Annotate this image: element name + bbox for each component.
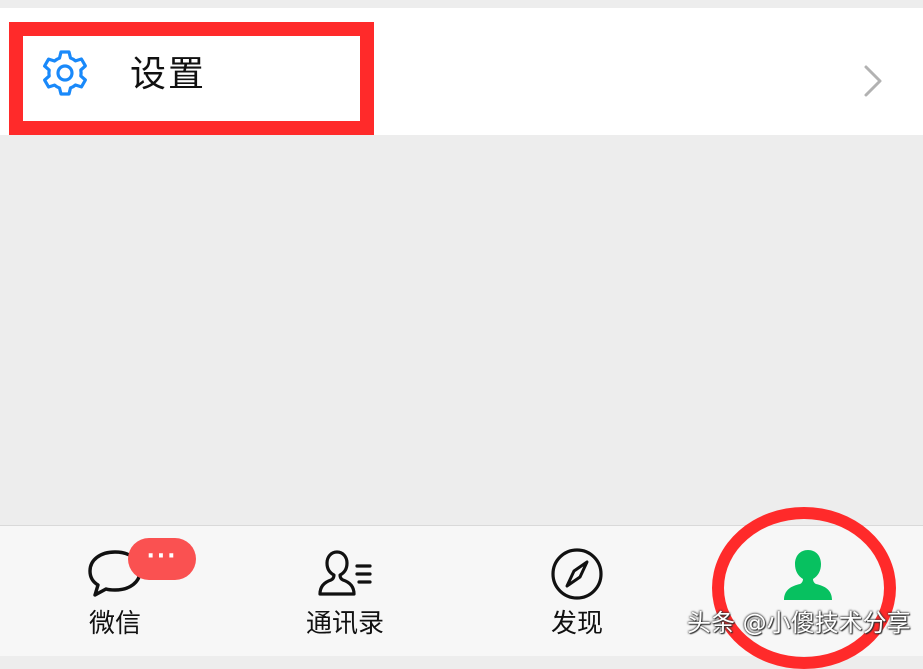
tab-discover[interactable]: 发现 (502, 526, 652, 656)
settings-highlight-box (9, 22, 374, 135)
unread-badge: ··· (128, 538, 196, 580)
unread-badge-text: ··· (146, 544, 178, 569)
tab-chats-label: 微信 (88, 609, 141, 639)
me-tab-highlight-circle (712, 507, 896, 669)
contacts-icon (318, 550, 372, 596)
tab-discover-label: 发现 (550, 609, 603, 639)
chevron-right-icon (864, 65, 882, 97)
empty-content-area (0, 135, 923, 525)
tab-contacts[interactable]: 通讯录 (270, 526, 420, 656)
tab-contacts-label: 通讯录 (305, 609, 384, 639)
top-strip (0, 0, 923, 8)
watermark-text: 头条 @小傻技术分享 (687, 609, 911, 637)
compass-icon (551, 548, 603, 600)
